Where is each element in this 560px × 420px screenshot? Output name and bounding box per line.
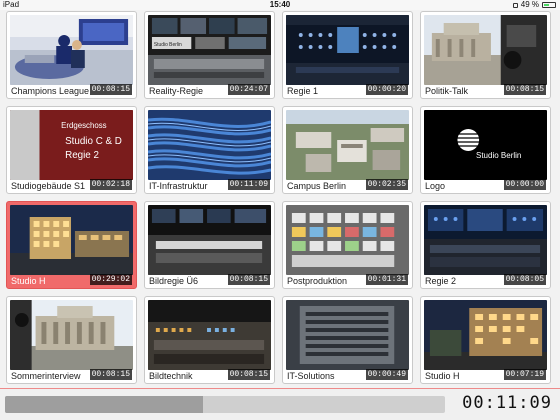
video-title: Regie 2 [425,276,457,286]
video-tile-selected[interactable]: 00:29:02 Studio H [6,201,137,289]
video-duration: 00:02:35 [365,179,408,190]
video-title: Regie 1 [287,86,319,96]
video-thumbnail [286,300,409,370]
sign-line: Erdgeschoss [61,121,106,130]
video-duration: 00:08:15 [503,84,546,95]
video-tile[interactable]: 00:08:15 Bildtechnik [144,296,275,384]
logo-text: Studio Berlin [476,151,522,160]
video-tile[interactable]: 00:00:20 Regie 1 [282,11,413,99]
progress-fill [5,396,203,413]
video-thumbnail [424,300,547,370]
clock: 15:40 [269,0,291,9]
playback-bar: 00:11:09 [0,388,560,420]
video-duration: 00:24:07 [227,84,270,95]
video-thumbnail [286,205,409,275]
video-title: Studio H [425,371,460,381]
video-tile[interactable]: 00:11:09 IT-Infrastruktur [144,106,275,194]
video-tile[interactable]: Erdgeschoss Studio C & D Regie 2 00:02:1… [6,106,137,194]
sign-line: Studio C & D [65,136,122,147]
status-bar: iPad 15:40 49 % [0,0,560,10]
video-thumbnail [10,15,133,85]
battery-icon [542,2,556,8]
video-thumbnail [10,205,133,275]
video-duration: 00:08:15 [89,84,132,95]
video-duration: 00:08:15 [89,369,132,380]
video-duration: 00:00:49 [365,369,408,380]
video-tile[interactable]: 00:07:19 Studio H [420,296,551,384]
video-tile[interactable]: 00:00:49 IT-Solutions [282,296,413,384]
video-duration: 00:02:18 [89,179,132,190]
video-thumbnail: Studio Berlin [424,110,547,180]
video-title: Politik-Talk [425,86,469,96]
video-thumbnail [286,15,409,85]
video-duration: 00:08:15 [227,274,270,285]
video-thumbnail [148,300,271,370]
video-tile[interactable]: 00:08:15 Sommerinterview [6,296,137,384]
video-thumbnail [424,205,547,275]
video-duration: 00:11:09 [227,179,270,190]
status-right: 49 % [512,0,556,10]
video-duration: 00:01:31 [365,274,408,285]
video-tile[interactable]: 00:08:15 Politik-Talk [420,11,551,99]
video-thumbnail: Studio Berlin [148,15,271,85]
sign-line: Regie 2 [65,150,99,161]
video-thumbnail [286,110,409,180]
elapsed-time: 00:11:09 [462,393,552,413]
battery-percent: 49 % [520,0,539,9]
orientation-lock-icon [512,2,518,8]
video-tile[interactable]: 00:08:15 Bildregie Ü6 [144,201,275,289]
video-title: Studio H [11,276,46,286]
video-tile[interactable]: 00:02:35 Campus Berlin [282,106,413,194]
video-duration: 00:00:20 [365,84,408,95]
video-duration: 00:00:00 [503,179,546,190]
studio-sign-text: Studio Berlin [154,42,182,48]
video-tile[interactable]: Studio Berlin 00:24:07 Reality-Regie [144,11,275,99]
video-thumbnail [10,300,133,370]
video-title: Bildtechnik [149,371,193,381]
video-title: Campus Berlin [287,181,347,191]
video-title: IT-Infrastruktur [149,181,208,191]
video-duration: 00:08:15 [227,369,270,380]
video-title: IT-Solutions [287,371,335,381]
video-duration: 00:08:05 [503,274,546,285]
video-title: Reality-Regie [149,86,204,96]
video-title: Sommerinterview [11,371,81,381]
video-tile[interactable]: 00:08:15 Champions League [6,11,137,99]
video-thumbnail: Erdgeschoss Studio C & D Regie 2 [10,110,133,180]
video-duration: 00:07:19 [503,369,546,380]
video-title: Studiogebäude S1 [11,181,86,191]
video-thumbnail [424,15,547,85]
progress-bar[interactable] [5,396,445,413]
video-title: Logo [425,181,446,191]
video-grid: 00:08:15 Champions League Studio Berlin … [6,11,554,385]
video-title: Bildregie Ü6 [149,276,199,286]
video-tile[interactable]: 00:08:05 Regie 2 [420,201,551,289]
video-tile[interactable]: Studio Berlin 00:00:00 Logo [420,106,551,194]
video-thumbnail [148,205,271,275]
video-title: Postproduktion [287,276,348,286]
video-duration: 00:29:02 [89,274,132,285]
video-title: Champions League [11,86,90,96]
video-thumbnail [148,110,271,180]
video-tile[interactable]: 00:01:31 Postproduktion [282,201,413,289]
